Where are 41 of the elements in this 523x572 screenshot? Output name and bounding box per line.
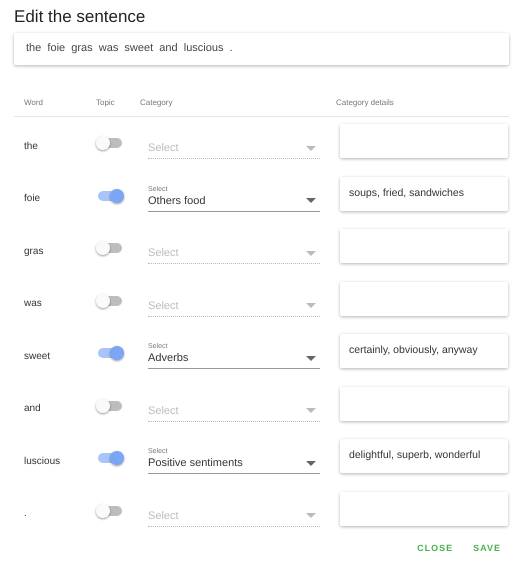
- caret-icon: [306, 198, 316, 204]
- word-label: foie: [24, 192, 42, 204]
- topic-toggle[interactable]: [96, 241, 124, 256]
- caret-icon: [306, 146, 316, 151]
- word-label: and: [24, 402, 42, 414]
- caret-icon: [306, 303, 316, 308]
- column-header: Word: [24, 98, 44, 107]
- topic-toggle[interactable]: [96, 451, 124, 466]
- topic-toggle[interactable]: [96, 346, 124, 360]
- select-placeholder: Select: [148, 142, 179, 154]
- word-label: luscious: [24, 454, 62, 467]
- topic-toggle[interactable]: [96, 294, 124, 308]
- caret-icon: [306, 460, 316, 466]
- details-field[interactable]: delightful, superb, wonderful: [340, 439, 508, 474]
- column-header: Category details: [336, 98, 395, 107]
- select-placeholder: Select: [148, 510, 179, 522]
- word-label: .: [24, 507, 28, 520]
- sentence-field[interactable]: the foie gras was sweet and luscious .: [14, 33, 509, 65]
- topic-toggle[interactable]: [96, 504, 124, 518]
- topic-toggle[interactable]: [96, 136, 124, 150]
- topic-toggle[interactable]: [96, 398, 124, 413]
- column-header: Category: [140, 98, 174, 107]
- word-label: gras: [24, 244, 44, 257]
- caret-icon: [306, 408, 316, 414]
- select-placeholder: Select: [148, 247, 179, 260]
- caret-icon: [306, 513, 316, 518]
- details-field[interactable]: certainly, obviously, anyway: [340, 334, 508, 368]
- caret-icon: [306, 250, 316, 256]
- select-value: Positive sentiments: [148, 457, 243, 470]
- word-label: sweet: [24, 350, 52, 362]
- word-label: was: [24, 297, 43, 310]
- select-value: Adverbs: [148, 352, 188, 364]
- caret-icon: [306, 356, 316, 361]
- column-header: Topic: [96, 98, 116, 107]
- details-field[interactable]: soups, fried, sandwiches: [340, 176, 508, 211]
- select-value: Others food: [148, 194, 206, 207]
- topic-toggle[interactable]: [96, 188, 124, 203]
- dialog-title: Edit the sentence: [14, 7, 146, 27]
- select-placeholder: Select: [148, 300, 179, 312]
- word-label: the: [24, 140, 39, 152]
- select-placeholder: Select: [148, 404, 179, 417]
